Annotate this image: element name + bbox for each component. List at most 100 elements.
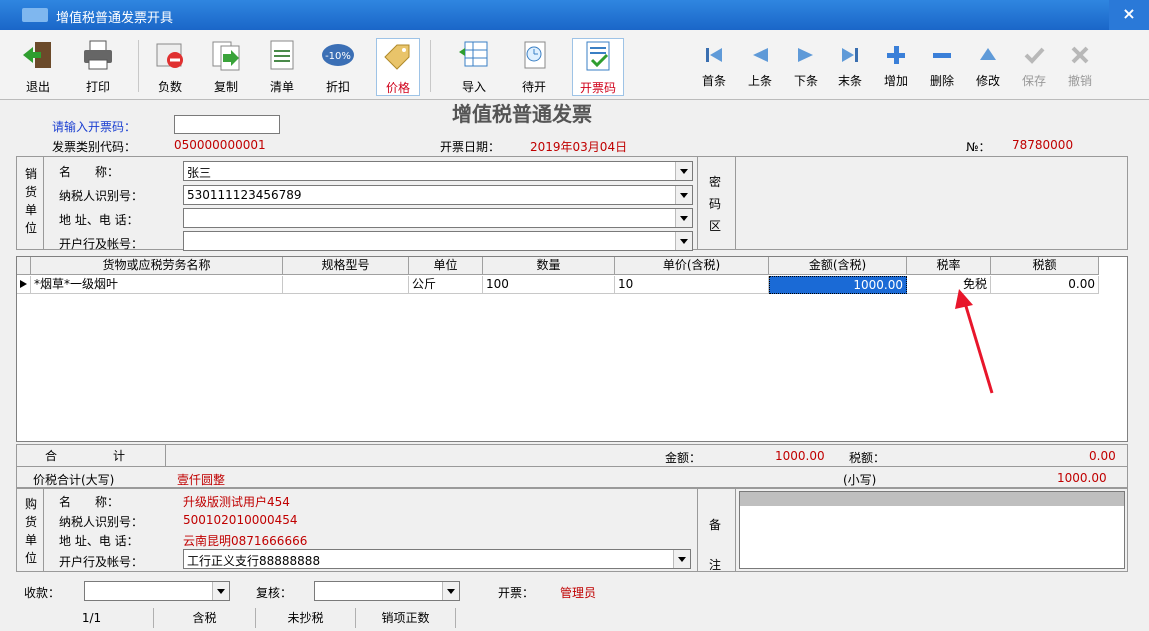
date-value: 2019年03月04日 — [530, 140, 628, 154]
quantity-cell[interactable]: 100 — [483, 276, 615, 294]
app-icon — [22, 8, 48, 22]
status-tax-mode: 含税 — [154, 608, 256, 628]
price-button[interactable]: 价格 — [376, 38, 420, 96]
remark-input[interactable] — [739, 491, 1125, 569]
amount-cell[interactable]: 1000.00 — [769, 276, 907, 294]
plus-icon — [885, 44, 907, 66]
list-icon — [265, 38, 299, 72]
payee-combo[interactable] — [84, 581, 230, 601]
import-button[interactable]: 导入 — [452, 38, 496, 96]
total-lower-value: 1000.00 — [1057, 471, 1107, 485]
seller-addr-label: 地 址、电 话： — [59, 213, 139, 227]
title-bar: 增值税普通发票开具 × — [0, 0, 1149, 30]
unit-cell[interactable]: 公斤 — [409, 276, 483, 294]
minus-icon — [931, 44, 953, 66]
column-header[interactable]: 规格型号 — [283, 257, 409, 275]
delete-row-button[interactable]: 删除 — [922, 44, 962, 94]
import-icon — [457, 38, 491, 72]
column-header[interactable]: 单位 — [409, 257, 483, 275]
chevron-down-icon[interactable] — [673, 550, 690, 568]
payee-label: 收款： — [24, 586, 61, 600]
total-upper-label: 价税合计(大写) — [33, 473, 115, 487]
last-record-button[interactable]: 末条 — [830, 44, 870, 94]
print-button[interactable]: 打印 — [76, 38, 120, 96]
status-type: 销项正数 — [356, 608, 456, 628]
row-indicator-icon — [17, 276, 31, 294]
annotation-arrow — [955, 289, 994, 394]
chevron-down-icon[interactable] — [675, 162, 692, 180]
seller-tax-id-label: 纳税人识别号： — [59, 189, 144, 203]
chevron-down-icon[interactable] — [212, 582, 229, 600]
chevron-down-icon[interactable] — [675, 186, 692, 204]
first-record-icon — [703, 44, 725, 66]
column-header[interactable]: 单价(含税) — [615, 257, 769, 275]
save-button[interactable]: 保存 — [1014, 44, 1054, 94]
price-tag-icon — [381, 39, 415, 73]
seller-tax-id-combo[interactable]: 530111123456789 — [183, 185, 693, 205]
chevron-down-icon[interactable] — [442, 582, 459, 600]
discount-button[interactable]: -10% 折扣 — [316, 38, 360, 96]
close-button[interactable]: × — [1109, 0, 1149, 30]
invoice-code-input[interactable] — [174, 115, 280, 134]
window-title: 增值税普通发票开具 — [56, 11, 174, 26]
chevron-down-icon[interactable] — [675, 209, 692, 227]
prev-record-icon — [749, 44, 771, 66]
price-cell[interactable]: 10 — [615, 276, 769, 294]
buyer-tax-id-value: 500102010000454 — [183, 513, 298, 527]
invoice-no-label: №： — [966, 140, 991, 154]
total-tax-label: 税额： — [849, 451, 886, 465]
reviewer-combo[interactable] — [314, 581, 460, 601]
buyer-addr-label: 地 址、电 话： — [59, 534, 139, 548]
next-record-icon — [795, 44, 817, 66]
goods-name-cell[interactable]: *烟草*一级烟叶 — [31, 276, 283, 294]
next-record-button[interactable]: 下条 — [786, 44, 826, 94]
cancel-edit-button[interactable]: 撤销 — [1060, 44, 1100, 94]
add-row-button[interactable]: 增加 — [876, 44, 916, 94]
column-header[interactable]: 金额(含税) — [769, 257, 907, 275]
invoice-doc-title: 增值税普通发票 — [452, 102, 592, 126]
printer-icon — [81, 38, 115, 72]
negative-button[interactable]: 负数 — [148, 38, 192, 96]
cipher-area-label: 密码区 — [709, 175, 722, 233]
tax-amount-cell[interactable]: 0.00 — [991, 276, 1099, 294]
spec-cell[interactable] — [283, 276, 409, 294]
triangle-up-icon — [977, 44, 999, 66]
modify-button[interactable]: 修改 — [968, 44, 1008, 94]
issuer-value: 管理员 — [560, 586, 597, 600]
pending-button[interactable]: 待开 — [512, 38, 556, 96]
column-header[interactable]: 货物或应税劳务名称 — [31, 257, 283, 275]
status-page: 1/1 — [30, 608, 154, 628]
copy-button[interactable]: 复制 — [204, 38, 248, 96]
type-code-value: 050000000001 — [174, 138, 266, 152]
total-amount-label: 金额： — [665, 451, 702, 465]
column-header[interactable]: 税额 — [991, 257, 1099, 275]
list-button[interactable]: 清单 — [260, 38, 304, 96]
prev-record-button[interactable]: 上条 — [740, 44, 780, 94]
invoice-form: 增值税普通发票 请输入开票码： 发票类别代码： 050000000001 开票日… — [0, 100, 1149, 631]
cross-icon — [1069, 44, 1091, 66]
buyer-side-label: 购货单位 — [25, 497, 38, 565]
exit-button[interactable]: 退出 — [16, 38, 60, 96]
column-header[interactable]: 税率 — [907, 257, 991, 275]
negative-invoice-icon — [153, 38, 187, 72]
seller-addr-combo[interactable] — [183, 208, 693, 228]
date-label: 开票日期： — [440, 140, 501, 154]
buyer-bank-combo[interactable]: 工行正义支行88888888 — [183, 549, 691, 569]
last-record-icon — [839, 44, 861, 66]
invoice-code-button[interactable]: 开票码 — [572, 38, 624, 96]
column-header[interactable]: 数量 — [483, 257, 615, 275]
seller-bank-combo[interactable] — [183, 231, 693, 251]
buyer-bank-label: 开户行及帐号： — [59, 555, 144, 569]
checkmark-icon — [1023, 44, 1045, 66]
first-record-button[interactable]: 首条 — [694, 44, 734, 94]
exit-icon — [21, 38, 55, 72]
discount-badge: -10% — [325, 51, 351, 62]
chevron-down-icon[interactable] — [675, 232, 692, 250]
toolbar-separator — [430, 40, 431, 92]
invoice-code-icon — [581, 39, 615, 73]
pending-icon — [517, 38, 551, 72]
remark-label: 备注 — [709, 518, 722, 572]
buyer-name-value: 升级版测试用户454 — [183, 495, 290, 509]
seller-name-combo[interactable]: 张三 — [183, 161, 693, 181]
copy-icon — [209, 38, 243, 72]
